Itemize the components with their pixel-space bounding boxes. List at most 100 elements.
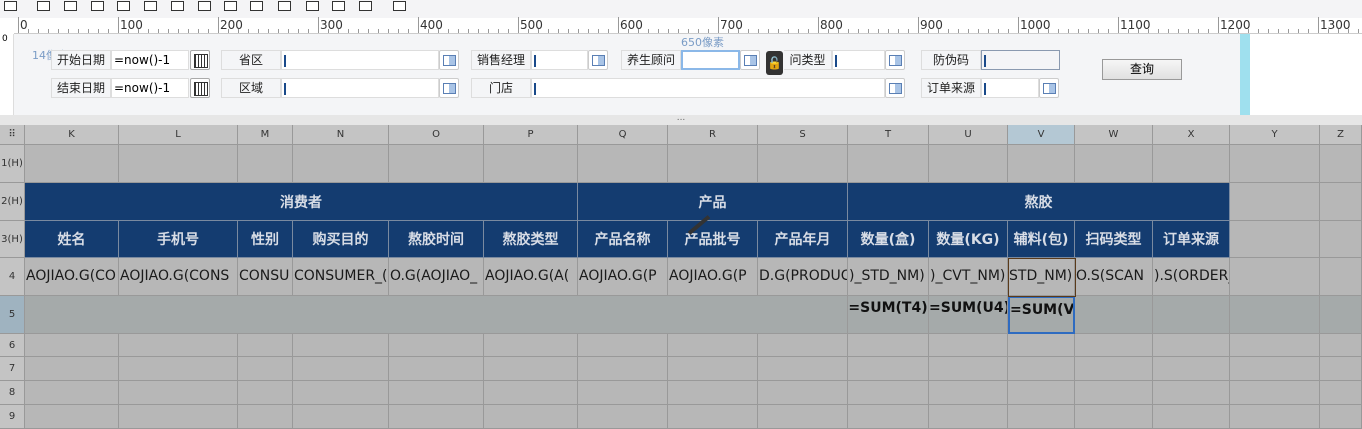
province-input[interactable] — [281, 50, 439, 70]
anti-fake-code-input[interactable] — [981, 50, 1060, 70]
grid-cell[interactable] — [1320, 258, 1362, 296]
grid-cell[interactable] — [1008, 334, 1075, 357]
row-header[interactable]: 4 — [0, 258, 25, 296]
data-cell[interactable]: D.G(PRODUC — [758, 258, 848, 296]
grid-cell[interactable] — [1153, 357, 1230, 381]
sales-manager-dropdown-icon[interactable] — [588, 50, 608, 70]
data-cell[interactable]: CONSUMER_( — [293, 258, 389, 296]
data-cell[interactable]: )_CVT_NM) — [929, 258, 1008, 296]
grid-cell[interactable] — [1230, 221, 1320, 258]
grid-cell[interactable] — [1008, 381, 1075, 405]
formula-cell[interactable]: =SUM(U4) — [929, 296, 1008, 334]
grid-cell[interactable] — [238, 334, 293, 357]
row-header[interactable]: 7 — [0, 357, 25, 381]
label-widget-icon[interactable] — [37, 1, 50, 11]
grid-cell[interactable] — [1075, 145, 1153, 183]
column-header[interactable]: Q — [578, 125, 668, 145]
grid-cell[interactable] — [578, 405, 668, 429]
health-advisor-input[interactable] — [681, 50, 740, 70]
grid-cell[interactable] — [1075, 334, 1153, 357]
grid-cell[interactable] — [25, 357, 119, 381]
column-header[interactable]: X — [1153, 125, 1230, 145]
grid-cell[interactable] — [668, 405, 758, 429]
question-type-input[interactable] — [832, 50, 885, 70]
grid-cell[interactable] — [929, 145, 1008, 183]
list-widget-icon[interactable] — [117, 1, 130, 11]
health-advisor-dropdown-icon[interactable] — [740, 50, 760, 70]
data-cell[interactable]: AOJIAO.G(CONS — [119, 258, 238, 296]
row-header[interactable]: 1(H) — [0, 145, 25, 183]
grid-cell[interactable] — [848, 381, 929, 405]
grid-cell[interactable] — [1153, 334, 1230, 357]
grid-cell[interactable] — [1320, 221, 1362, 258]
order-source-dropdown-icon[interactable] — [1039, 78, 1059, 98]
grid-cell[interactable] — [1008, 405, 1075, 429]
grid-cell[interactable] — [1230, 405, 1320, 429]
select-all-corner[interactable]: ⠿ — [0, 125, 25, 145]
grid-cell[interactable] — [119, 145, 238, 183]
grid-cell[interactable] — [758, 334, 848, 357]
grid-cell[interactable] — [1230, 381, 1320, 405]
grid-cell[interactable] — [848, 334, 929, 357]
grid-cell[interactable] — [238, 381, 293, 405]
grid-cell[interactable] — [929, 357, 1008, 381]
grid-cell[interactable] — [1075, 381, 1153, 405]
question-type-dropdown-icon[interactable] — [885, 50, 905, 70]
tree-widget-icon[interactable] — [359, 1, 372, 11]
grid-cell[interactable] — [293, 405, 389, 429]
dropdown-widget-icon[interactable] — [91, 1, 104, 11]
file-widget-icon[interactable] — [278, 1, 291, 11]
spreadsheet-grid[interactable]: ⠿ K L M N O P Q R S T U V W X Y Z 1(H) 2(H) 3(H) 4 5 6 7 8 9 AOJIA… — [0, 125, 1362, 429]
grid-cell[interactable] — [389, 381, 484, 405]
splitter-handle[interactable]: ... — [0, 114, 1362, 125]
grid-cell[interactable] — [1153, 145, 1230, 183]
grid-cell[interactable] — [1320, 405, 1362, 429]
grid-cell[interactable] — [119, 381, 238, 405]
column-header[interactable]: P — [484, 125, 578, 145]
column-header[interactable]: M — [238, 125, 293, 145]
grid-cell[interactable] — [1153, 296, 1230, 334]
grid-cell[interactable] — [119, 334, 238, 357]
row-header[interactable]: 5 — [0, 296, 25, 334]
row-header[interactable]: 2(H) — [0, 183, 25, 221]
column-header[interactable]: R — [668, 125, 758, 145]
unlock-icon[interactable]: 🔓 — [766, 51, 783, 75]
grid-cell[interactable] — [1075, 357, 1153, 381]
grid-cell[interactable] — [484, 405, 578, 429]
grid-cell[interactable] — [1320, 145, 1362, 183]
grid-cell[interactable] — [1075, 405, 1153, 429]
row-header[interactable]: 8 — [0, 381, 25, 405]
input-widget-icon[interactable] — [64, 1, 77, 11]
grid-cell[interactable] — [758, 381, 848, 405]
data-cell[interactable]: AOJIAO.G(P — [668, 258, 758, 296]
data-cell[interactable]: O.S(SCAN — [1075, 258, 1153, 296]
end-date-input[interactable]: =now()-1 — [111, 78, 189, 98]
grid-cell[interactable] — [293, 334, 389, 357]
grid-cell[interactable] — [1075, 296, 1153, 334]
grid-cell[interactable] — [238, 357, 293, 381]
more-widgets-icon[interactable] — [393, 1, 406, 11]
column-header[interactable]: S — [758, 125, 848, 145]
grid-cell[interactable] — [578, 381, 668, 405]
grid-cell[interactable] — [1153, 381, 1230, 405]
grid-cell[interactable] — [293, 381, 389, 405]
grid-cell[interactable] — [1230, 334, 1320, 357]
store-dropdown-icon[interactable] — [885, 78, 905, 98]
row-header[interactable]: 3(H) — [0, 221, 25, 258]
column-header[interactable]: O — [389, 125, 484, 145]
grid-cell[interactable] — [929, 381, 1008, 405]
column-header[interactable]: W — [1075, 125, 1153, 145]
password-widget-icon[interactable] — [306, 1, 319, 11]
grid-widget-icon[interactable] — [144, 1, 157, 11]
grid-cell[interactable] — [484, 357, 578, 381]
merged-cell[interactable] — [25, 296, 848, 334]
textarea-widget-icon[interactable] — [198, 1, 211, 11]
grid-cell[interactable] — [1153, 405, 1230, 429]
start-date-input[interactable]: =now()-1 — [111, 50, 189, 70]
formula-cell[interactable]: =SUM(T4) — [848, 296, 929, 334]
data-cell[interactable]: AOJIAO.G(P — [578, 258, 668, 296]
grid-cell[interactable] — [1230, 357, 1320, 381]
grid-cell[interactable] — [25, 145, 119, 183]
row-header[interactable]: 9 — [0, 405, 25, 429]
grid-cell[interactable] — [1320, 334, 1362, 357]
